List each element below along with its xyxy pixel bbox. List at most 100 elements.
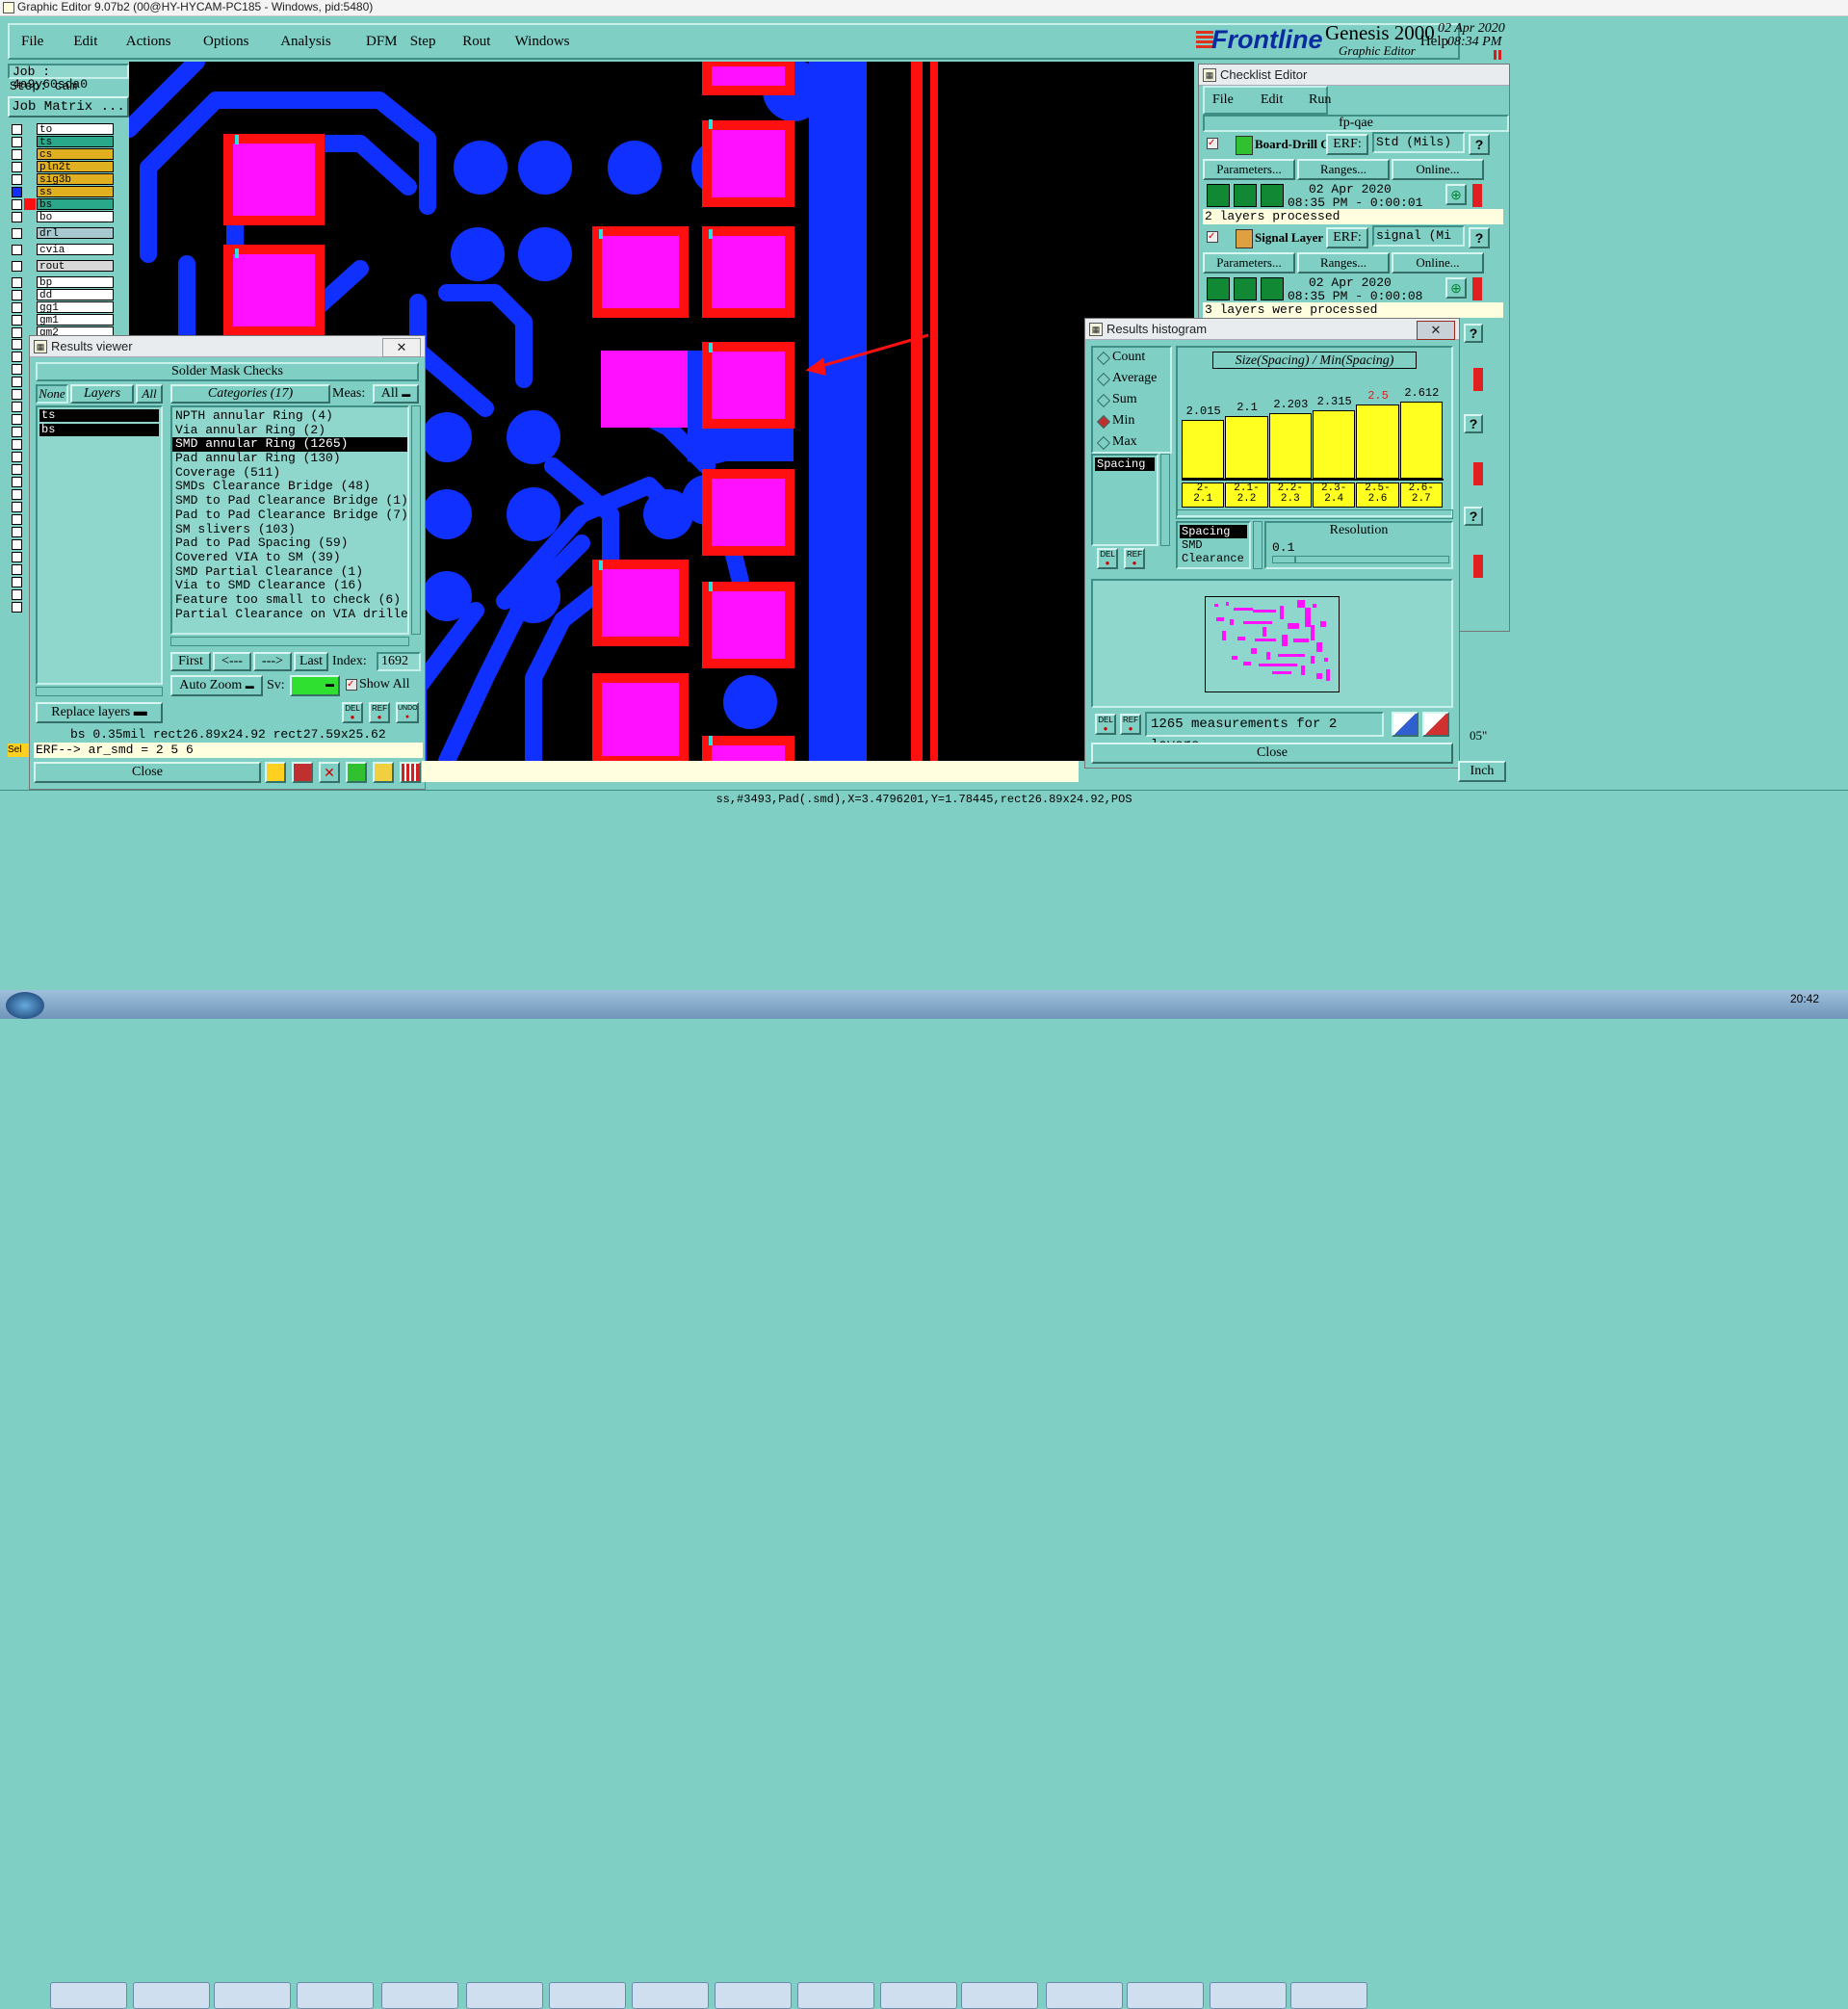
- category-item[interactable]: SMD to Pad Clearance Bridge (1): [172, 493, 407, 509]
- layer-checkbox[interactable]: [12, 124, 22, 135]
- meas-select[interactable]: All ▬: [373, 384, 419, 404]
- category-item[interactable]: Partial Clearance on VIA drilled: [172, 607, 407, 622]
- resolution-slider[interactable]: [1272, 556, 1449, 563]
- taskbar-app-button[interactable]: [1210, 1982, 1287, 2009]
- layer-checkbox[interactable]: [12, 589, 22, 600]
- run-icon[interactable]: [1234, 277, 1257, 300]
- taskbar-app-button[interactable]: [1127, 1982, 1204, 2009]
- layer-checkbox[interactable]: [12, 315, 22, 326]
- checklist-menu-edit[interactable]: Edit: [1261, 92, 1283, 108]
- cmd-input[interactable]: [422, 761, 1079, 782]
- layer-checkbox[interactable]: [12, 539, 22, 550]
- category-item[interactable]: Covered VIA to SM (39): [172, 550, 407, 565]
- run-icon[interactable]: [1207, 277, 1230, 300]
- hist-ref2-button[interactable]: REF ●: [1120, 714, 1141, 735]
- erf-value[interactable]: signal (Mi: [1372, 225, 1465, 247]
- menu-rout[interactable]: Rout: [462, 34, 490, 50]
- layer-checkbox[interactable]: [12, 290, 22, 300]
- layer-checkbox[interactable]: [12, 174, 22, 185]
- category-item[interactable]: Via to SMD Clearance (16): [172, 579, 407, 593]
- histogram-bar[interactable]: [1225, 416, 1268, 479]
- menu-step[interactable]: Step: [410, 34, 436, 50]
- mode-radio[interactable]: Count: [1093, 348, 1170, 369]
- category-item[interactable]: Pad annular Ring (130): [172, 451, 407, 466]
- menu-dfm[interactable]: DFM: [366, 34, 398, 50]
- online-button[interactable]: Online...: [1392, 159, 1484, 180]
- layer-checkbox[interactable]: [12, 364, 22, 375]
- layer-checkbox[interactable]: [12, 452, 22, 462]
- close-icon[interactable]: ✕: [382, 338, 421, 357]
- type-vscroll[interactable]: [1253, 521, 1262, 569]
- measure-item[interactable]: Spacing: [1095, 457, 1155, 471]
- category-item[interactable]: Coverage (511): [172, 465, 407, 481]
- prev-button[interactable]: <---: [213, 652, 251, 671]
- layer-checkbox[interactable]: [12, 502, 22, 512]
- layer-checkbox[interactable]: [12, 514, 22, 525]
- mode-radio[interactable]: Max: [1093, 432, 1170, 454]
- menu-actions[interactable]: Actions: [126, 34, 171, 50]
- menu-file[interactable]: File: [21, 34, 43, 50]
- help-button[interactable]: ?: [1464, 414, 1483, 433]
- layer-checkbox[interactable]: [12, 277, 22, 288]
- layer-checkbox[interactable]: [12, 489, 22, 500]
- ranges-button[interactable]: Ranges...: [1297, 252, 1390, 274]
- layer-checkbox[interactable]: [12, 377, 22, 387]
- category-item[interactable]: Feature too small to check (6): [172, 592, 407, 608]
- layer-checkbox[interactable]: [12, 245, 22, 255]
- histogram-bar[interactable]: [1356, 404, 1399, 479]
- hist-del-button[interactable]: DEL ●: [1097, 548, 1118, 569]
- next-button[interactable]: --->: [253, 652, 292, 671]
- taskbar-app-button[interactable]: [50, 1982, 127, 2009]
- layer-checkbox[interactable]: [12, 477, 22, 487]
- help-button[interactable]: ?: [1469, 227, 1490, 248]
- checklist-menu-file[interactable]: File: [1212, 92, 1234, 108]
- run-icon[interactable]: [1261, 277, 1284, 300]
- job-matrix-button[interactable]: Job Matrix ...: [8, 96, 129, 117]
- layer-checkbox[interactable]: [12, 228, 22, 239]
- mode-radio[interactable]: Average: [1093, 369, 1170, 390]
- histogram-bar[interactable]: [1268, 413, 1312, 479]
- item-checkbox[interactable]: ✓: [1207, 138, 1218, 149]
- taskbar-app-button[interactable]: [797, 1982, 874, 2009]
- taskbar-app-button[interactable]: [381, 1982, 458, 2009]
- measure-vscroll[interactable]: [1160, 454, 1170, 546]
- ranges-button[interactable]: Ranges...: [1297, 159, 1390, 180]
- layer-checkbox[interactable]: [12, 389, 22, 400]
- layer-checkbox[interactable]: [12, 564, 22, 575]
- item-label[interactable]: Signal Layer Ch: [1255, 230, 1326, 246]
- layer-checkbox[interactable]: [12, 339, 22, 350]
- layer-checkbox[interactable]: [12, 302, 22, 313]
- histogram-bar[interactable]: [1182, 420, 1225, 479]
- layer-checkbox[interactable]: [12, 602, 22, 613]
- layer-checkbox[interactable]: [12, 577, 22, 587]
- taskbar-app-button[interactable]: [214, 1982, 291, 2009]
- layer-checkbox[interactable]: [12, 187, 22, 197]
- close-icon[interactable]: ✕: [1417, 321, 1455, 340]
- result-layer-item[interactable]: ts: [39, 409, 159, 422]
- chart-hscroll[interactable]: [1176, 509, 1453, 519]
- measure-list[interactable]: Spacing: [1091, 454, 1158, 546]
- taskbar-app-button[interactable]: [880, 1982, 957, 2009]
- layer-list-hscroll[interactable]: [36, 687, 163, 696]
- run-icon[interactable]: [1207, 184, 1230, 207]
- category-item[interactable]: Pad to Pad Clearance Bridge (7): [172, 508, 407, 523]
- start-button[interactable]: [6, 992, 44, 1019]
- layer-checkbox[interactable]: [12, 414, 22, 425]
- histogram-bar[interactable]: [1313, 410, 1356, 479]
- layer-checkbox[interactable]: [12, 464, 22, 475]
- type-item[interactable]: Clearance: [1180, 552, 1247, 565]
- category-item[interactable]: Via annular Ring (2): [172, 423, 407, 438]
- type-item[interactable]: Spacing: [1180, 525, 1247, 538]
- first-button[interactable]: First: [170, 652, 211, 671]
- parameters-button[interactable]: Parameters...: [1203, 159, 1295, 180]
- hist-ref-button[interactable]: REF ●: [1124, 548, 1145, 569]
- result-layer-item[interactable]: bs: [39, 424, 159, 436]
- layer-checkbox[interactable]: [12, 402, 22, 412]
- category-item[interactable]: SMD Partial Clearance (1): [172, 564, 407, 580]
- none-button[interactable]: None: [36, 384, 68, 404]
- online-button[interactable]: Online...: [1392, 252, 1484, 274]
- layer-checkbox[interactable]: [12, 552, 22, 562]
- ref-button[interactable]: REF ●: [369, 702, 390, 723]
- item-checkbox[interactable]: ✓: [1207, 231, 1218, 243]
- menu-options[interactable]: Options: [203, 34, 249, 50]
